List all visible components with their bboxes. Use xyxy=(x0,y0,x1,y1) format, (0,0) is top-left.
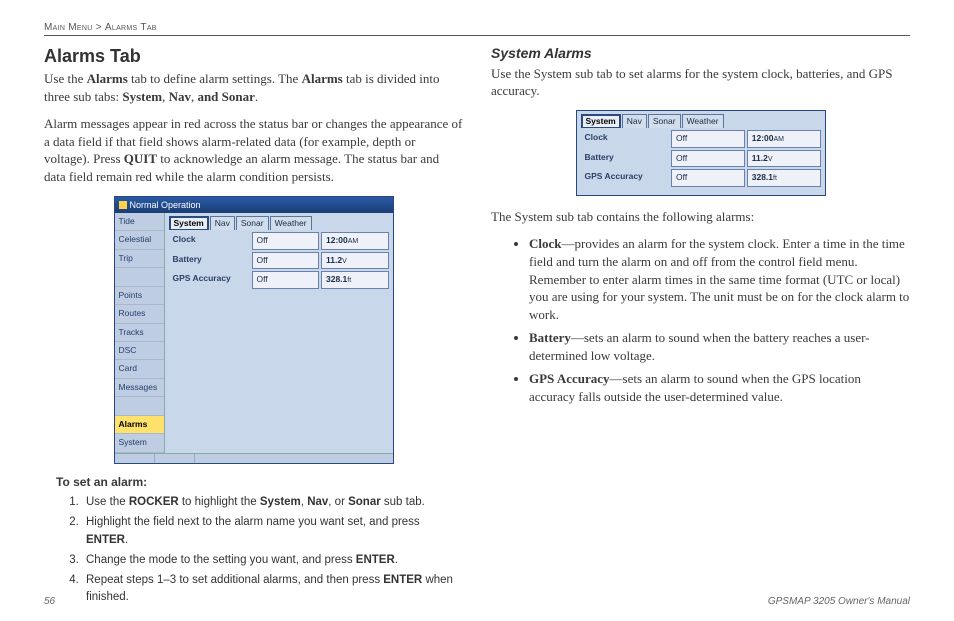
system-subtabs: SystemNavSonarWeather xyxy=(577,111,825,128)
sidebar-item: Tide xyxy=(115,213,164,231)
sidebar-item: DSC xyxy=(115,342,164,360)
alarms-tab-heading: Alarms Tab xyxy=(44,44,463,68)
page-number: 56 xyxy=(44,596,55,607)
system-alarms-list-intro: The System sub tab contains the followin… xyxy=(491,208,910,226)
alarm-label: Battery xyxy=(581,150,670,167)
sidebar-item xyxy=(115,268,164,286)
subtab-sonar: Sonar xyxy=(648,114,681,128)
subtab-system: System xyxy=(581,114,621,128)
alarm-grid: ClockOff12:00AMBatteryOff11.2VGPS Accura… xyxy=(165,230,393,296)
alarms-intro-2: Alarm messages appear in red across the … xyxy=(44,115,463,185)
status-bar xyxy=(115,453,393,463)
sidebar-item: Card xyxy=(115,360,164,378)
alarm-value: 12:00AM xyxy=(747,130,821,147)
system-alarms-intro: Use the System sub tab to set alarms for… xyxy=(491,65,910,100)
sidebar-item: Routes xyxy=(115,305,164,323)
bullet-item: Battery—sets an alarm to sound when the … xyxy=(529,329,910,364)
window-titlebar: Normal Operation xyxy=(115,197,393,213)
sidebar-item: Points xyxy=(115,287,164,305)
right-column: System Alarms Use the System sub tab to … xyxy=(491,44,910,610)
sidebar-item: Alarms xyxy=(115,416,164,434)
subtab-system: System xyxy=(169,216,209,230)
alarm-subtabs: SystemNavSonarWeather xyxy=(165,213,393,230)
alarm-mode: Off xyxy=(671,169,745,186)
bullet-item: Clock—provides an alarm for the system c… xyxy=(529,235,910,323)
alarm-value: 11.2V xyxy=(321,252,389,269)
breadcrumb-right: Alarms Tab xyxy=(105,22,157,33)
alarm-value: 328.1ft xyxy=(321,271,389,288)
page-footer: 56 GPSMAP 3205 Owner's Manual xyxy=(44,596,910,607)
steps-list: Use the ROCKER to highlight the System, … xyxy=(82,494,463,607)
screenshot-system-subtab: SystemNavSonarWeather ClockOff12:00AMBat… xyxy=(576,110,826,196)
alarm-label: Clock xyxy=(169,232,250,249)
step-item: Highlight the field next to the alarm na… xyxy=(82,514,463,549)
manual-title: GPSMAP 3205 Owner's Manual xyxy=(768,596,910,607)
alarm-value: 328.1ft xyxy=(747,169,821,186)
subtab-sonar: Sonar xyxy=(236,216,269,230)
alarms-intro-1: Use the Alarms tab to define alarm setti… xyxy=(44,70,463,105)
breadcrumb-sep: > xyxy=(96,22,102,33)
screenshot-normal-operation: Normal Operation TideCelestialTrip Point… xyxy=(114,196,394,464)
header-rule xyxy=(44,35,910,36)
breadcrumb-left: Main Menu xyxy=(44,22,93,33)
sidebar-item xyxy=(115,397,164,415)
alarm-label: GPS Accuracy xyxy=(581,169,670,186)
alarm-mode: Off xyxy=(252,232,320,249)
subtab-nav: Nav xyxy=(210,216,235,230)
bullet-item: GPS Accuracy—sets an alarm to sound when… xyxy=(529,370,910,405)
sidebar-item: Celestial xyxy=(115,231,164,249)
alarm-label: GPS Accuracy xyxy=(169,271,250,288)
main-menu-sidebar: TideCelestialTrip PointsRoutesTracksDSCC… xyxy=(115,213,165,453)
left-column: Alarms Tab Use the Alarms tab to define … xyxy=(44,44,463,610)
sidebar-item: Tracks xyxy=(115,324,164,342)
steps-heading: To set an alarm: xyxy=(56,474,463,490)
alarm-label: Battery xyxy=(169,252,250,269)
alarm-mode: Off xyxy=(671,150,745,167)
alarm-value: 11.2V xyxy=(747,150,821,167)
system-alarms-bullets: Clock—provides an alarm for the system c… xyxy=(529,235,910,405)
step-item: Use the ROCKER to highlight the System, … xyxy=(82,494,463,511)
alarm-mode: Off xyxy=(252,271,320,288)
alarm-value: 12:00AM xyxy=(321,232,389,249)
system-grid: ClockOff12:00AMBatteryOff11.2VGPS Accura… xyxy=(577,128,825,194)
sidebar-item: System xyxy=(115,434,164,452)
sidebar-item: Messages xyxy=(115,379,164,397)
alarm-mode: Off xyxy=(252,252,320,269)
subtab-nav: Nav xyxy=(622,114,647,128)
alarm-label: Clock xyxy=(581,130,670,147)
window-icon xyxy=(119,201,127,209)
sidebar-item: Trip xyxy=(115,250,164,268)
system-alarms-heading: System Alarms xyxy=(491,44,910,63)
breadcrumb: Main Menu > Alarms Tab xyxy=(44,22,910,33)
step-item: Change the mode to the setting you want,… xyxy=(82,552,463,569)
subtab-weather: Weather xyxy=(270,216,312,230)
window-title: Normal Operation xyxy=(130,199,201,211)
alarm-mode: Off xyxy=(671,130,745,147)
subtab-weather: Weather xyxy=(682,114,724,128)
